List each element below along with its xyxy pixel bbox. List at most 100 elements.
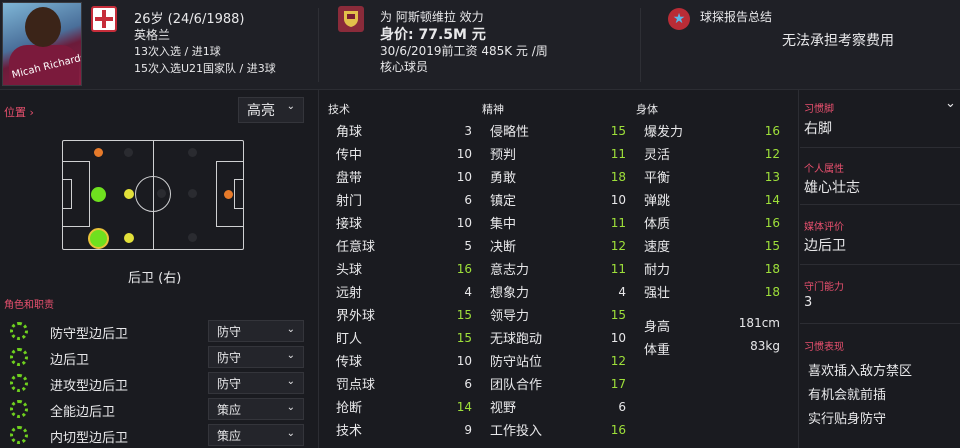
duty-select[interactable]: 防守 ⌄ <box>208 346 304 368</box>
duty-select[interactable]: 防守 ⌄ <box>208 320 304 342</box>
scout-report-title[interactable]: 球探报告总结 <box>700 8 772 25</box>
attribute-value: 11 <box>610 215 626 230</box>
attribute-value: 9 <box>464 422 472 437</box>
attribute-row[interactable]: 罚点球 6 <box>336 372 472 395</box>
attribute-row[interactable]: 接球 10 <box>336 211 472 234</box>
duty-select[interactable]: 策应 ⌄ <box>208 398 304 420</box>
role-row[interactable]: 边后卫 防守 ⌄ <box>0 344 310 370</box>
attribute-value: 15 <box>456 330 472 345</box>
attribute-row[interactable]: 领导力 15 <box>490 303 626 326</box>
attribute-name: 任意球 <box>336 240 376 255</box>
attribute-row[interactable]: 侵略性 15 <box>490 119 626 142</box>
attribute-row[interactable]: 耐力 18 <box>644 257 780 280</box>
attribute-row[interactable]: 体质 16 <box>644 211 780 234</box>
attribute-value: 11 <box>610 146 626 161</box>
highlight-select[interactable]: 高亮 ⌄ <box>238 97 304 123</box>
attribute-value: 10 <box>610 192 626 207</box>
attribute-row[interactable]: 传球 10 <box>336 349 472 372</box>
attribute-row[interactable]: 抢断 14 <box>336 395 472 418</box>
role-row[interactable]: 全能边后卫 策应 ⌄ <box>0 396 310 422</box>
duty-select[interactable]: 策应 ⌄ <box>208 424 304 446</box>
header-divider <box>640 8 641 82</box>
attribute-value: 12 <box>610 238 626 253</box>
attribute-row[interactable]: 团队合作 17 <box>490 372 626 395</box>
attribute-value: 6 <box>464 376 472 391</box>
attribute-row[interactable]: 视野 6 <box>490 395 626 418</box>
attribute-value: 15 <box>764 238 780 253</box>
attribute-row[interactable]: 工作投入 16 <box>490 418 626 441</box>
position-label[interactable]: 位置 › <box>4 104 34 120</box>
attribute-row[interactable]: 防守站位 12 <box>490 349 626 372</box>
chevron-down-icon[interactable]: ⌄ <box>945 96 956 111</box>
habit-item: 有机会就前插 <box>808 388 887 403</box>
duty-select[interactable]: 防守 ⌄ <box>208 372 304 394</box>
attribute-row[interactable]: 意志力 11 <box>490 257 626 280</box>
attribute-name: 强壮 <box>644 286 671 301</box>
media-value: 边后卫 <box>804 238 846 254</box>
duty-select-value: 防守 <box>217 350 242 365</box>
attribute-row[interactable]: 弹跳 14 <box>644 188 780 211</box>
role-name[interactable]: 内切型边后卫 <box>50 427 128 446</box>
attribute-value: 16 <box>764 215 780 230</box>
club-text[interactable]: 为 阿斯顿维拉 效力 <box>380 8 484 25</box>
attribute-name: 灵活 <box>644 148 671 163</box>
technical-title: 技术 <box>328 103 350 116</box>
attribute-name: 决断 <box>490 240 517 255</box>
attribute-row[interactable]: 想象力 4 <box>490 280 626 303</box>
role-row[interactable]: 内切型边后卫 策应 ⌄ <box>0 422 310 448</box>
attribute-row[interactable]: 预判 11 <box>490 142 626 165</box>
attribute-row[interactable]: 远射 4 <box>336 280 472 303</box>
nationality-text[interactable]: 英格兰 <box>134 26 170 43</box>
attribute-row[interactable]: 盯人 15 <box>336 326 472 349</box>
attribute-row[interactable]: 技术 9 <box>336 418 472 441</box>
attribute-value: 14 <box>456 399 472 414</box>
position-dot <box>94 148 103 157</box>
attribute-name: 盘带 <box>336 171 363 186</box>
position-dot <box>124 189 134 199</box>
attribute-row[interactable]: 镇定 10 <box>490 188 626 211</box>
role-row[interactable]: 进攻型边后卫 防守 ⌄ <box>0 370 310 396</box>
attribute-row[interactable]: 传中 10 <box>336 142 472 165</box>
divider <box>800 323 960 324</box>
attribute-row[interactable]: 射门 6 <box>336 188 472 211</box>
attribute-value: 18 <box>764 261 780 276</box>
role-name[interactable]: 防守型边后卫 <box>50 323 128 342</box>
attribute-row[interactable]: 灵活 12 <box>644 142 780 165</box>
role-name[interactable]: 全能边后卫 <box>50 401 115 420</box>
attribute-row[interactable]: 任意球 5 <box>336 234 472 257</box>
u21-caps-text: 15次入选U21国家队 / 进3球 <box>134 62 276 75</box>
attribute-value: 10 <box>456 215 472 230</box>
attribute-row[interactable]: 无球跑动 10 <box>490 326 626 349</box>
attribute-name: 工作投入 <box>490 424 543 439</box>
attribute-row[interactable]: 平衡 13 <box>644 165 780 188</box>
attribute-row[interactable]: 决断 12 <box>490 234 626 257</box>
role-ability-icon <box>10 348 28 366</box>
attribute-row[interactable]: 头球 16 <box>336 257 472 280</box>
attribute-name: 远射 <box>336 286 363 301</box>
attribute-value: 10 <box>456 169 472 184</box>
attribute-row[interactable]: 界外球 15 <box>336 303 472 326</box>
attribute-row[interactable]: 集中 11 <box>490 211 626 234</box>
media-label: 媒体评价 <box>804 222 844 233</box>
selected-position-dot <box>88 228 109 249</box>
role-name[interactable]: 进攻型边后卫 <box>50 375 128 394</box>
attribute-row[interactable]: 速度 15 <box>644 234 780 257</box>
chevron-down-icon: ⌄ <box>286 101 295 112</box>
role-row[interactable]: 防守型边后卫 防守 ⌄ <box>0 318 310 344</box>
position-dot <box>188 233 197 242</box>
attribute-value: 15 <box>610 123 626 138</box>
attribute-value: 5 <box>464 238 472 253</box>
attribute-row[interactable]: 角球 3 <box>336 119 472 142</box>
role-name[interactable]: 边后卫 <box>50 349 89 368</box>
squad-status-text: 核心球员 <box>380 60 429 74</box>
attribute-name: 意志力 <box>490 263 530 278</box>
club-crest-icon[interactable] <box>338 6 364 32</box>
attribute-row[interactable]: 强壮 18 <box>644 280 780 303</box>
duty-select-value: 策应 <box>217 428 242 443</box>
attribute-name: 射门 <box>336 194 363 209</box>
attribute-name: 镇定 <box>490 194 517 209</box>
attribute-row[interactable]: 勇敢 18 <box>490 165 626 188</box>
attribute-row[interactable]: 盘带 10 <box>336 165 472 188</box>
duty-select-value: 防守 <box>217 324 242 339</box>
attribute-row[interactable]: 爆发力 16 <box>644 119 780 142</box>
